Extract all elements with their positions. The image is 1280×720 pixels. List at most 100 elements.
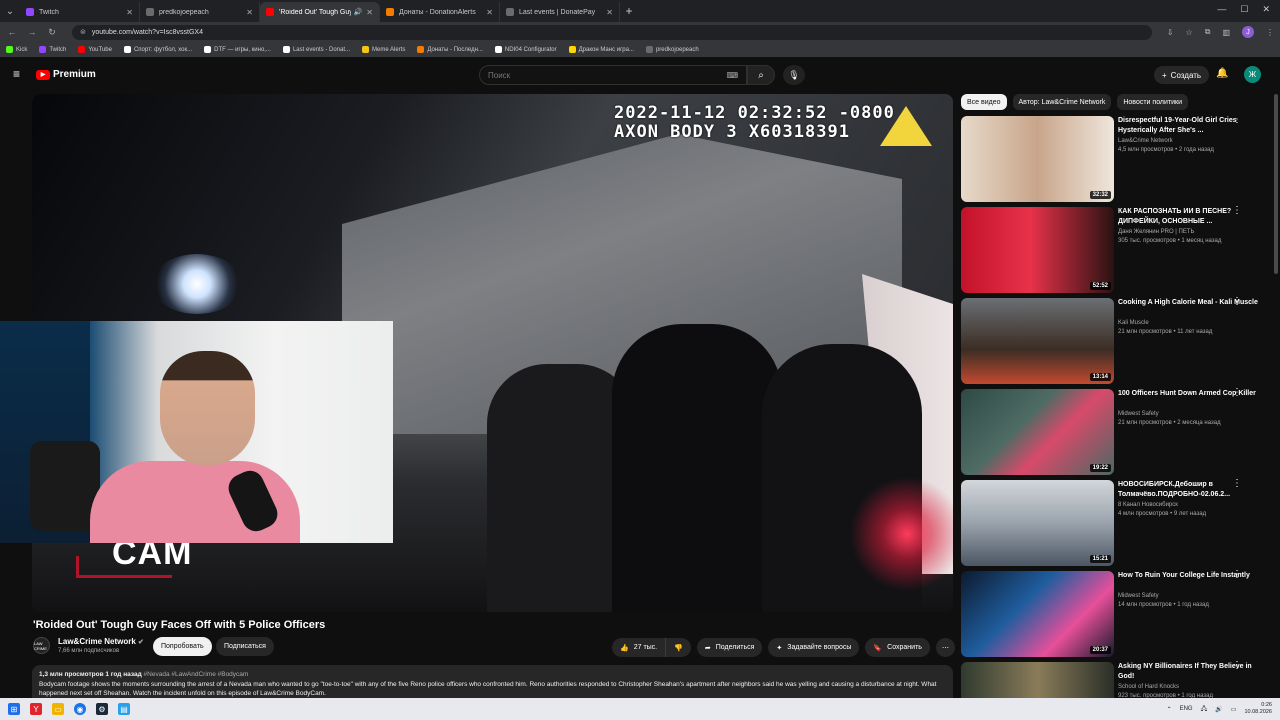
close-tab-icon[interactable]: ✕ [366,8,373,17]
file-explorer-icon[interactable]: ▭ [52,703,64,715]
related-video-item[interactable]: 20:37 How To Ruin Your College Life Insta… [961,570,1273,657]
browser-tab[interactable]: predkojoepeach ✕ [140,2,260,22]
browser-tab[interactable]: Twitch ✕ [20,2,140,22]
browser-tab[interactable]: Донаты - DonationAlerts ✕ [380,2,500,22]
video-thumbnail[interactable]: 52:52 [961,207,1114,293]
bookmark-item[interactable]: YouTube [78,46,112,53]
video-menu-icon[interactable]: ⋮ [1232,479,1242,489]
related-video-channel[interactable]: Midwest Safety [1118,593,1159,599]
site-info-icon[interactable]: ⊜ [80,28,86,36]
volume-icon[interactable]: 🔊 [1215,706,1222,713]
profile-avatar[interactable]: J [1242,26,1254,38]
yandex-browser-icon[interactable]: Y [30,703,42,715]
bookmark-item[interactable]: DTF — игры, кино,... [204,46,271,53]
tab-audio-icon[interactable]: 🔊 [354,8,363,16]
back-icon[interactable]: ← [6,27,18,37]
bookmark-item[interactable]: NDI04 Configurator [494,46,557,53]
bookmark-item[interactable]: Донаты - Последн... [417,46,483,53]
language-indicator[interactable]: ENG [1180,706,1193,712]
clock[interactable]: 0:26 10.08.2026 [1244,702,1272,716]
windows-start-icon[interactable]: ⊞ [8,703,20,715]
related-video-channel[interactable]: Kali Muscle [1118,320,1149,326]
video-thumbnail[interactable]: 32:32 [961,116,1114,202]
create-button[interactable]: + Создать [1154,66,1210,84]
channel-avatar[interactable]: LAW CRIME [33,637,50,654]
video-menu-icon[interactable]: ⋮ [1232,116,1242,125]
notifications-icon[interactable]: 🔔 [1216,68,1228,79]
video-menu-icon[interactable]: ⋮ [1232,297,1242,307]
youtube-logo[interactable]: ▶ Premium [36,69,96,80]
bookmark-star-icon[interactable]: ☆ [1186,28,1193,37]
subscribe-button[interactable]: Подписаться [216,637,274,656]
close-tab-icon[interactable]: ✕ [606,8,613,17]
extensions-icon[interactable]: ⧉ [1205,27,1211,37]
dislike-button[interactable]: 👎 [666,638,691,657]
tab-list-icon[interactable]: ⌄ [0,0,20,22]
hashtags[interactable]: #Nevada #LawAndCrime #Bodycam [144,671,249,678]
bookmark-item[interactable]: Дракон Манс игра... [568,46,634,53]
minimize-icon[interactable]: — [1217,4,1226,15]
battery-icon[interactable]: ▭ [1231,706,1237,713]
chrome-icon[interactable]: ◉ [74,703,86,715]
more-actions-button[interactable]: ⋯ [935,638,955,657]
video-menu-icon[interactable]: ⋮ [1232,388,1242,398]
filter-chip[interactable]: Все видео [961,94,1007,110]
related-video-item[interactable]: 32:32 Disrespectful 19-Year-Old Girl Crie… [961,116,1273,202]
address-bar[interactable]: ⊜ youtube.com/watch?v=Isc8vsstGX4 [72,24,1152,40]
related-video-channel[interactable]: School of Hard Knocks [1118,684,1179,690]
related-video-item[interactable]: 52:52 КАК РАСПОЗНАТЬ ИИ В ПЕСНЕ? ДИПФЕЙКИ… [961,206,1273,293]
bookmark-item[interactable]: Kick [6,46,27,53]
reload-icon[interactable]: ↻ [46,27,58,38]
tray-chevron-icon[interactable]: ⌃ [1167,706,1172,713]
related-video-item[interactable]: 19:22 100 Officers Hunt Down Armed Cop Ki… [961,388,1273,475]
page-scrollbar[interactable] [1274,94,1278,274]
bookmark-item[interactable]: Meme Alerts [362,46,405,53]
try-button[interactable]: Попробовать [153,637,212,656]
bookmark-item[interactable]: Twitch [39,46,66,53]
close-tab-icon[interactable]: ✕ [126,8,133,17]
related-video-channel[interactable]: Law&Crime Network [1118,138,1173,144]
browser-tab[interactable]: Last events | DonatePay ✕ [500,2,620,22]
voice-search-button[interactable]: 🎙 [783,65,805,85]
search-input[interactable]: Поиск ⌨ [479,65,747,85]
search-button[interactable]: ⌕ [747,65,775,85]
like-button[interactable]: 👍 27 тыс. [612,638,667,657]
related-video-channel[interactable]: 8 Канал Новосибирск [1118,502,1178,508]
filter-chip[interactable]: Новости политики [1117,94,1189,110]
forward-icon[interactable]: → [26,27,38,37]
related-video-item[interactable]: Asking NY Billionaires If They Believe i… [961,661,1273,698]
close-tab-icon[interactable]: ✕ [486,8,493,17]
video-thumbnail[interactable]: 13:14 [961,298,1114,384]
app-icon[interactable]: ▤ [118,703,130,715]
related-video-item[interactable]: 13:14 Cooking A High Calorie Meal - Kali … [961,297,1273,384]
video-thumbnail[interactable]: 19:22 [961,389,1114,475]
bookmark-item[interactable]: Last events - Donat... [282,46,350,53]
browser-tab[interactable]: 'Roided Out' Tough Guy Fa...🔊✕ [260,2,380,22]
channel-name[interactable]: Law&Crime Network ✔ [58,637,144,646]
install-icon[interactable]: ⇩ [1167,28,1174,37]
share-button[interactable]: ➦ Поделиться [696,638,763,657]
video-thumbnail[interactable] [961,662,1114,698]
related-video-channel[interactable]: Midwest Safety [1118,411,1159,417]
related-video-channel[interactable]: Даня Желянин PRO | ПЕТЬ [1118,229,1194,235]
ask-button[interactable]: ✦ Задавайте вопросы [768,638,860,657]
menu-icon[interactable]: ≡ [13,68,23,80]
new-tab-button[interactable]: + [620,4,638,18]
keyboard-icon[interactable]: ⌨ [726,71,738,80]
close-window-icon[interactable]: ✕ [1262,4,1270,15]
maximize-icon[interactable]: ☐ [1240,4,1248,15]
bookmark-item[interactable]: predkojoepeach [645,46,699,53]
video-menu-icon[interactable]: ⋮ [1232,661,1242,671]
account-avatar[interactable]: Ж [1244,66,1261,83]
video-thumbnail[interactable]: 20:37 [961,571,1114,657]
bookmark-item[interactable]: Спорт: футбол, хок... [123,46,192,53]
steam-icon[interactable]: ⚙ [96,703,108,715]
video-menu-icon[interactable]: ⋮ [1232,206,1242,216]
close-tab-icon[interactable]: ✕ [246,8,253,17]
related-video-item[interactable]: 15:21 НОВОСИБИРСК.Дебошир в Толмачёво.ПОД… [961,479,1273,566]
filter-chip[interactable]: Автор: Law&Crime Network [1012,94,1112,110]
save-button[interactable]: 🔖 Сохранить [865,638,930,657]
video-thumbnail[interactable]: 15:21 [961,480,1114,566]
browser-menu-icon[interactable]: ⋮ [1266,28,1274,37]
video-menu-icon[interactable]: ⋮ [1232,570,1242,580]
